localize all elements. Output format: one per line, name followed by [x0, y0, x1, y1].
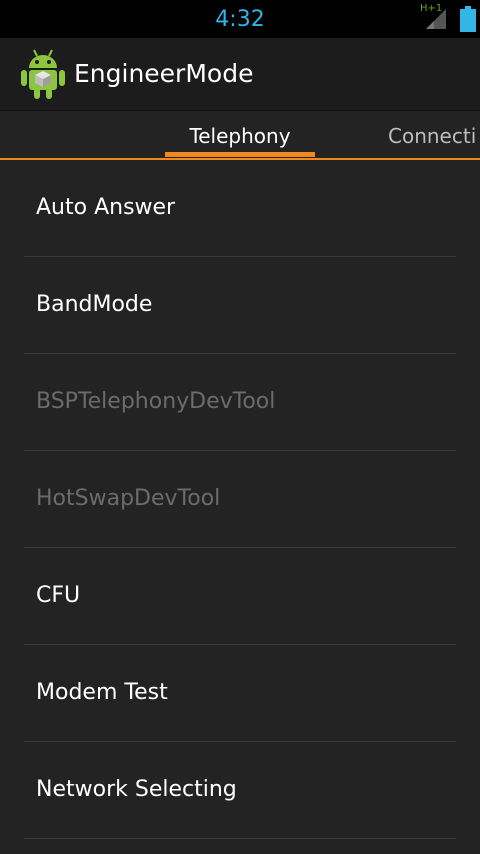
list-item-bandmode[interactable]: BandMode — [24, 257, 456, 354]
list-item-label: CFU — [36, 583, 81, 608]
battery-icon — [460, 6, 476, 32]
list-item-hot-swap-dev-tool: HotSwapDevTool — [24, 451, 456, 548]
app-title: EngineerMode — [74, 59, 254, 88]
status-bar: 4:32 H+1 — [0, 0, 480, 38]
list-item-label: BandMode — [36, 292, 153, 317]
list-item-label: Modem Test — [36, 680, 168, 705]
android-icon[interactable] — [20, 48, 66, 100]
list-item-modem-test[interactable]: Modem Test — [24, 645, 456, 742]
screen: 4:32 H+1 EngineerMode Telephony Connecti… — [0, 0, 480, 854]
tab-strip: Telephony Connecti — [0, 111, 480, 160]
list-item-label: BSPTelephonyDevTool — [36, 389, 276, 414]
list-item-label: Auto Answer — [36, 195, 176, 220]
engineer-mode-list: Auto Answer BandMode BSPTelephonyDevTool… — [0, 160, 480, 839]
list-item-auto-answer[interactable]: Auto Answer — [24, 160, 456, 257]
status-time: 4:32 — [215, 7, 265, 32]
list-item-cfu[interactable]: CFU — [24, 548, 456, 645]
tab-selected-indicator — [165, 152, 315, 157]
list-divider — [24, 838, 456, 839]
tab-connectivity[interactable]: Connecti — [388, 123, 476, 149]
tab-telephony[interactable]: Telephony — [165, 123, 315, 149]
list-item-label: Network Selecting — [36, 777, 237, 802]
list-item-bsp-telephony-dev-tool: BSPTelephonyDevTool — [24, 354, 456, 451]
action-bar: EngineerMode — [0, 38, 480, 111]
signal-icon — [426, 9, 446, 29]
list-item-label: HotSwapDevTool — [36, 486, 221, 511]
list-item-network-selecting[interactable]: Network Selecting — [24, 742, 456, 839]
